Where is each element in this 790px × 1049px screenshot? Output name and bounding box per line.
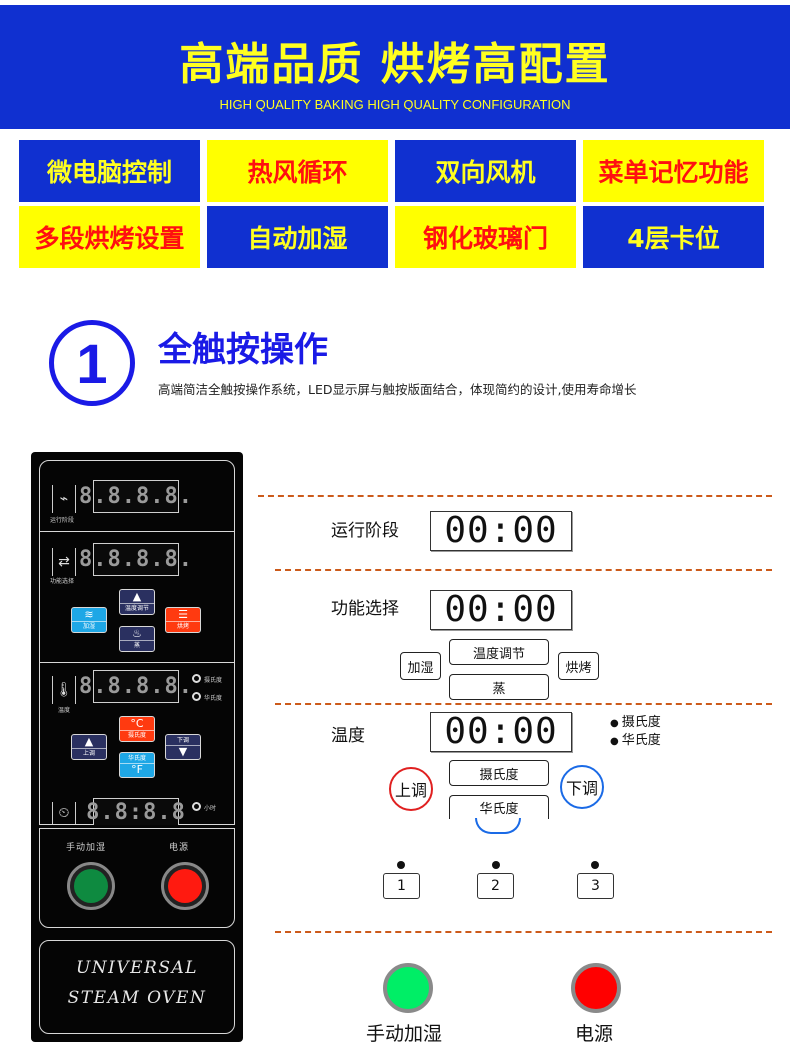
panel-fahrenheit-button[interactable]: 华氏度 °F xyxy=(119,752,155,778)
temperature-led: 8.8.8.8. xyxy=(79,670,192,703)
divider-line xyxy=(275,703,772,705)
panel-run-stage-label: 运行阶段 xyxy=(50,517,75,524)
power-lamp[interactable] xyxy=(571,963,621,1013)
panel-divider xyxy=(39,662,235,663)
steam-button[interactable]: 蒸 xyxy=(449,674,549,700)
control-panel-photo: ⌁ 运行阶段 8.8.8.8. ⇄ 功能选择 8.8.8.8. ▲ 温度调节 ≋… xyxy=(31,452,243,1042)
divider-line xyxy=(258,495,772,497)
banner-title: 高端品质 烘烤高配置 xyxy=(179,39,611,90)
heater-icon: ☰ xyxy=(178,608,188,621)
humidify-button[interactable]: 加湿 xyxy=(400,652,441,680)
bake-button[interactable]: 烘烤 xyxy=(558,652,599,680)
run-stage-label: 运行阶段 xyxy=(331,521,399,541)
triangle-up-icon: ▲ xyxy=(84,735,94,748)
feature-tile: 菜单记忆功能 xyxy=(583,140,764,202)
brand-line-2: STEAM OVEN xyxy=(67,988,207,1008)
panel-manual-humidify-lamp[interactable] xyxy=(67,862,115,910)
brand-line-1: UNIVERSAL xyxy=(75,958,199,978)
preset-2-button[interactable]: 2 xyxy=(477,873,514,899)
function-select-led: 8.8.8.8. xyxy=(79,543,192,576)
triangle-up-icon: ▲ xyxy=(132,590,142,603)
banner-subtitle: HIGH QUALITY BAKING HIGH QUALITY CONFIGU… xyxy=(219,97,571,112)
feature-tile: 多段烘烤设置 xyxy=(19,206,200,268)
run-stage-display: 00:00 xyxy=(430,511,572,551)
celsius-indicator-label: 摄氏度 xyxy=(204,677,223,684)
fahrenheit-indicator-label: 华氏度 xyxy=(204,695,223,702)
preset-1-indicator xyxy=(397,861,405,869)
manual-humidify-lamp[interactable] xyxy=(383,963,433,1013)
panel-bake-button[interactable]: ☰ 烘烤 xyxy=(165,607,201,633)
panel-temperature-label: 温度 xyxy=(58,707,71,714)
preset-3-button[interactable]: 3 xyxy=(577,873,614,899)
feature-tile: 4层卡位 xyxy=(583,206,764,268)
power-label: 电源 xyxy=(575,1023,614,1045)
fahrenheit-button[interactable]: 华氏度 xyxy=(449,795,549,819)
section-number-badge: 1 xyxy=(49,320,135,406)
function-select-display: 00:00 xyxy=(430,590,572,630)
panel-power-lamp[interactable] xyxy=(161,862,209,910)
panel-function-select-label: 功能选择 xyxy=(50,578,75,585)
panel-temp-adjust-button[interactable]: ▲ 温度调节 xyxy=(119,589,155,615)
up-adjust-button[interactable]: 上调 xyxy=(389,767,433,811)
panel-celsius-button[interactable]: °C 摄氏度 xyxy=(119,716,155,742)
panel-brand-frame xyxy=(39,940,235,1034)
run-stage-icon: ⌁ xyxy=(52,485,76,513)
temp-adjust-button[interactable]: 温度调节 xyxy=(449,639,549,665)
thermometer-icon: 🌡 xyxy=(52,676,76,704)
hour-indicator-dot xyxy=(192,802,201,811)
section-title: 全触按操作 xyxy=(158,330,328,370)
panel-power-label: 电源 xyxy=(169,843,190,853)
temperature-label: 温度 xyxy=(331,726,365,746)
run-stage-led: 8.8.8.8. xyxy=(79,480,192,513)
down-adjust-button[interactable]: 下调 xyxy=(560,765,604,809)
triangle-down-icon: ▼ xyxy=(178,745,188,758)
steam-icon: ♨ xyxy=(132,627,142,640)
preset-2-indicator xyxy=(492,861,500,869)
humidify-icon: ≋ xyxy=(84,608,94,621)
feature-tile: 微电脑控制 xyxy=(19,140,200,202)
feature-tile: 自动加湿 xyxy=(207,206,388,268)
fahrenheit-arc-decoration xyxy=(475,818,521,834)
feature-tile: 钢化玻璃门 xyxy=(395,206,576,268)
divider-line xyxy=(275,931,772,933)
preset-3-indicator xyxy=(591,861,599,869)
temperature-display: 00:00 xyxy=(430,712,572,752)
header-banner: 高端品质 烘烤高配置 HIGH QUALITY BAKING HIGH QUAL… xyxy=(0,5,790,129)
feature-tile: 双向风机 xyxy=(395,140,576,202)
clock-icon: ⏲ xyxy=(52,802,76,824)
function-select-icon: ⇄ xyxy=(52,548,76,576)
panel-manual-humidify-label: 手动加湿 xyxy=(66,843,107,853)
hour-indicator-label: 小时 xyxy=(204,805,217,812)
feature-tile: 热风循环 xyxy=(207,140,388,202)
timer-led: 8.8:8.8 xyxy=(86,798,186,825)
fahrenheit-unit-indicator: 华氏度 xyxy=(610,733,661,750)
panel-divider xyxy=(39,531,235,532)
panel-down-button[interactable]: 下调 ▼ xyxy=(165,734,201,760)
divider-line xyxy=(275,569,772,571)
celsius-button[interactable]: 摄氏度 xyxy=(449,760,549,786)
celsius-unit-indicator: 摄氏度 xyxy=(610,715,661,732)
celsius-indicator-dot xyxy=(192,674,201,683)
function-select-label: 功能选择 xyxy=(331,599,399,619)
section-description: 高端简洁全触按操作系统，LED显示屏与触按版面结合，体现简约的设计,使用寿命增长 xyxy=(158,382,637,397)
panel-up-button[interactable]: ▲ 上调 xyxy=(71,734,107,760)
panel-steam-button[interactable]: ♨ 蒸 xyxy=(119,626,155,652)
fahrenheit-indicator-dot xyxy=(192,692,201,701)
manual-humidify-label: 手动加湿 xyxy=(366,1023,443,1045)
panel-humidify-button[interactable]: ≋ 加湿 xyxy=(71,607,107,633)
preset-1-button[interactable]: 1 xyxy=(383,873,420,899)
